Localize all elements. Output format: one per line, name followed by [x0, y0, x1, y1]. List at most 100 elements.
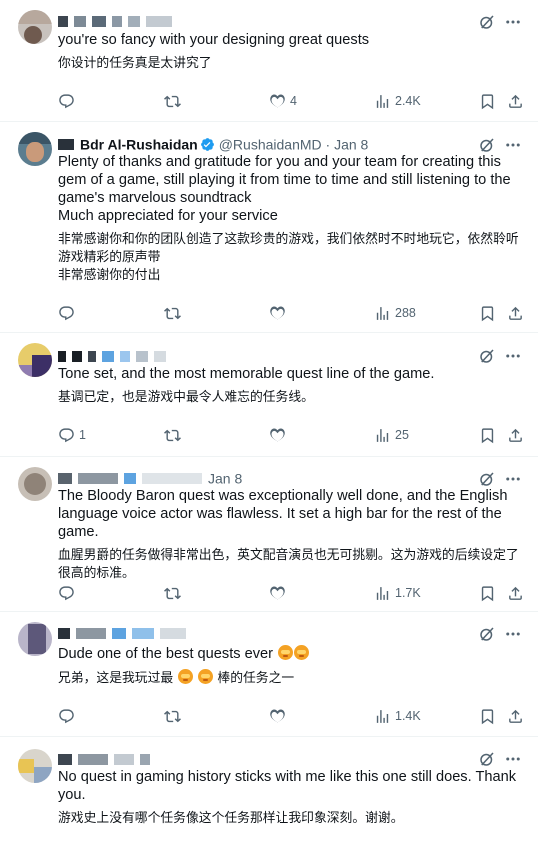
views-button[interactable]: 2.4K [374, 91, 421, 111]
tweet-header: Bdr Al-Rushaidan @RushaidanMD · Jan 8 [58, 135, 478, 155]
tweet-text: Plenty of thanks and gratitude for you a… [58, 153, 528, 285]
like-count: 4 [290, 94, 297, 108]
grok-icon[interactable] [478, 625, 496, 643]
tweet[interactable]: you're so fancy with your designing grea… [0, 0, 538, 122]
retweet-button[interactable] [164, 425, 185, 445]
heart-icon [269, 585, 286, 602]
timestamp[interactable]: Jan 8 [208, 470, 242, 486]
blurred-handle [136, 350, 148, 362]
grok-icon[interactable] [478, 347, 496, 365]
share-icon [507, 585, 524, 602]
verified-badge-icon [200, 137, 214, 151]
heart-icon [269, 708, 286, 725]
blurred-handle [124, 472, 136, 484]
reply-button[interactable] [58, 583, 79, 603]
retweet-icon [164, 305, 181, 322]
reply-icon [58, 93, 75, 110]
emoji-icon [294, 645, 310, 660]
blurred-handle [140, 753, 150, 765]
bookmark-button[interactable] [479, 303, 500, 323]
reply-icon [58, 585, 75, 602]
tweet-actions: 4 2.4K [58, 91, 528, 111]
like-button[interactable] [269, 425, 290, 445]
blurred-handle [112, 627, 126, 639]
share-button[interactable] [507, 303, 528, 323]
reply-button[interactable] [58, 706, 79, 726]
views-icon [374, 708, 391, 725]
share-button[interactable] [507, 425, 528, 445]
like-button[interactable] [269, 583, 290, 603]
heart-icon [269, 305, 286, 322]
grok-icon[interactable] [478, 136, 496, 154]
reply-button[interactable] [58, 303, 79, 323]
grok-icon[interactable] [478, 470, 496, 488]
avatar[interactable] [18, 10, 52, 44]
views-button[interactable]: 25 [374, 425, 409, 445]
bookmark-icon [479, 708, 496, 725]
tweet[interactable]: Tone set, and the most memorable quest l… [0, 333, 538, 457]
tweet[interactable]: Dude one of the best quests ever 兄弟，这是我玩… [0, 612, 538, 737]
avatar[interactable] [18, 467, 52, 501]
retweet-button[interactable] [164, 583, 185, 603]
more-options-icon[interactable] [504, 470, 522, 488]
display-name[interactable]: Bdr Al-Rushaidan [80, 136, 198, 152]
tweet-actions: 1.4K [58, 706, 528, 726]
share-button[interactable] [507, 91, 528, 111]
reply-button[interactable]: 1 [58, 425, 86, 445]
bookmark-button[interactable] [479, 706, 500, 726]
bookmark-icon [479, 427, 496, 444]
bookmark-button[interactable] [479, 583, 500, 603]
like-button[interactable]: 4 [269, 91, 297, 111]
views-button[interactable]: 288 [374, 303, 416, 323]
views-button[interactable]: 1.7K [374, 583, 421, 603]
tweet-text-en-2: Much appreciated for your service [58, 208, 278, 224]
tweet[interactable]: Bdr Al-Rushaidan @RushaidanMD · Jan 8 Ple… [0, 122, 538, 333]
share-button[interactable] [507, 583, 528, 603]
retweet-button[interactable] [164, 91, 185, 111]
tweet-actions: 1 25 [58, 425, 528, 445]
tweet-text-en: Dude one of the best quests ever [58, 645, 528, 663]
grok-icon[interactable] [478, 750, 496, 768]
tweet[interactable]: No quest in gaming history sticks with m… [0, 737, 538, 845]
more-options-icon[interactable] [504, 625, 522, 643]
bookmark-button[interactable] [479, 91, 500, 111]
share-button[interactable] [507, 706, 528, 726]
tweet-actions: 1.7K [58, 583, 528, 603]
bookmark-button[interactable] [479, 425, 500, 445]
retweet-button[interactable] [164, 303, 185, 323]
more-options-icon[interactable] [504, 136, 522, 154]
blurred-username [76, 627, 106, 639]
blurred-display-name [58, 138, 74, 150]
handle[interactable]: @RushaidanMD [219, 136, 322, 152]
more-options-icon[interactable] [504, 347, 522, 365]
more-options-icon[interactable] [504, 13, 522, 31]
share-icon [507, 305, 524, 322]
reply-icon [58, 305, 75, 322]
views-count: 2.4K [395, 94, 421, 108]
blurred-handle [114, 753, 134, 765]
views-count: 1.4K [395, 709, 421, 723]
tweet-text-zh: 兄弟，这是我玩过最 棒的任务之一 [58, 669, 295, 686]
avatar[interactable] [18, 343, 52, 377]
tweet[interactable]: Jan 8 The Bloody Baron quest was excepti… [0, 457, 538, 612]
tweet-text-zh: 基调已定，也是游戏中最令人难忘的任务线。 [58, 390, 314, 405]
tweet-text-en: Plenty of thanks and gratitude for you a… [58, 154, 511, 206]
tweet-header [58, 12, 478, 32]
reply-button[interactable] [58, 91, 79, 111]
grok-icon[interactable] [478, 13, 496, 31]
avatar[interactable] [18, 749, 52, 783]
tweet-text-en: you're so fancy with your designing grea… [58, 32, 370, 48]
like-button[interactable] [269, 303, 290, 323]
tweet-text-zh: 血腥男爵的任务做得非常出色，英文配音演员也无可挑剔。这为游戏的后续设定了很高的标… [58, 548, 519, 581]
more-options-icon[interactable] [504, 750, 522, 768]
avatar[interactable] [18, 622, 52, 656]
avatar[interactable] [18, 132, 52, 166]
blurred-username [58, 753, 72, 765]
views-count: 1.7K [395, 586, 421, 600]
like-button[interactable] [269, 706, 290, 726]
views-button[interactable]: 1.4K [374, 706, 421, 726]
blurred-username [88, 350, 96, 362]
tweet-text-zh: 非常感谢你和你的团队创造了这款珍贵的游戏，我们依然时不时地玩它，依然聆听游戏精彩… [58, 232, 519, 265]
timestamp[interactable]: · Jan 8 [326, 136, 369, 152]
retweet-button[interactable] [164, 706, 185, 726]
